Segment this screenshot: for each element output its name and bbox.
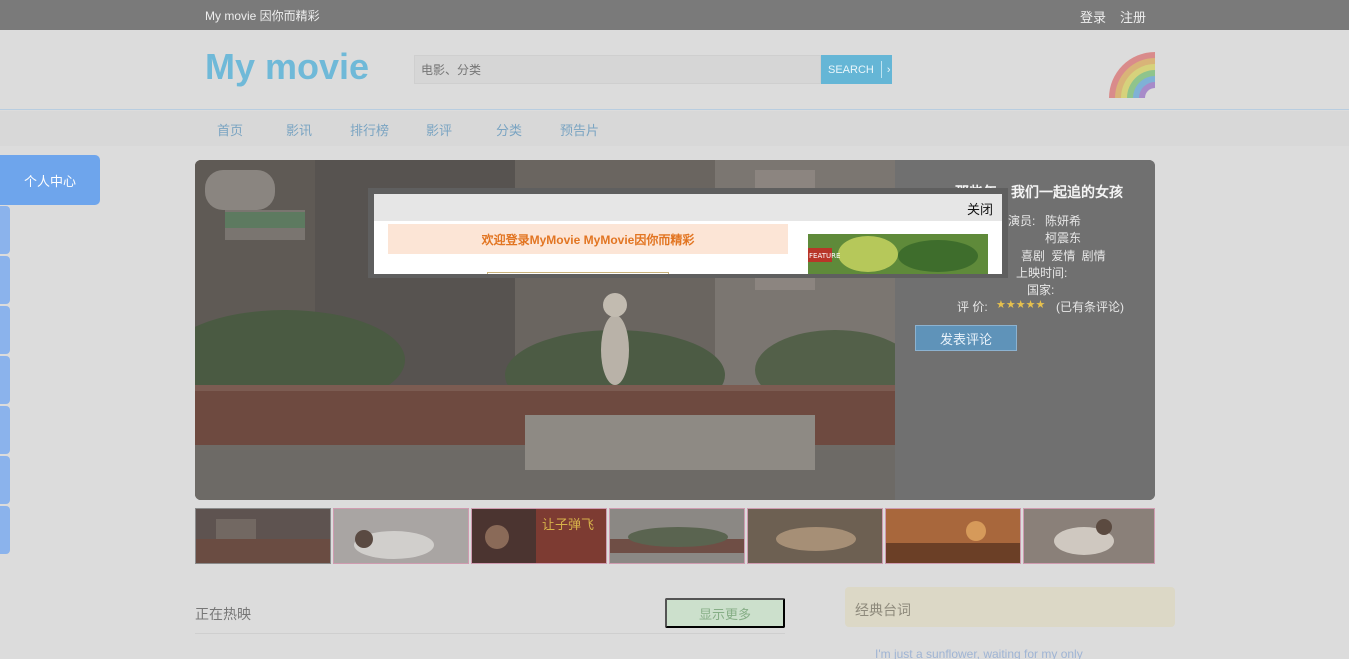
- top-bar: My movie 因你而精彩 登录 注册: [0, 0, 1349, 30]
- comment-count: (已有条评论): [1056, 300, 1124, 314]
- movie-genres: 喜剧 爱情 剧情: [1021, 249, 1106, 263]
- rating-stars-icon: ★★★★★: [996, 299, 1046, 311]
- register-link[interactable]: 注册: [1120, 7, 1146, 26]
- login-input[interactable]: [487, 272, 669, 274]
- modal-close-button[interactable]: 关闭: [967, 199, 993, 218]
- thumbnail[interactable]: [747, 508, 883, 564]
- modal-header: 关闭: [374, 194, 1002, 221]
- personal-center-button[interactable]: 个人中心: [0, 155, 100, 205]
- site-slogan: My movie 因你而精彩: [205, 9, 320, 23]
- welcome-message: 欢迎登录MyMovie MyMovie因你而精彩: [388, 224, 788, 254]
- login-link[interactable]: 登录: [1080, 7, 1106, 26]
- chevron-right-icon: ›: [886, 63, 891, 76]
- country-label: 国家:: [1027, 283, 1055, 297]
- show-more-button[interactable]: 显示更多: [665, 598, 785, 628]
- side-tab[interactable]: [0, 206, 10, 254]
- post-comment-button[interactable]: 发表评论: [915, 325, 1017, 351]
- nav-item-home[interactable]: 首页: [217, 120, 243, 139]
- side-tab[interactable]: [0, 406, 10, 454]
- thumbnail-strip: 让子弹飞: [195, 508, 1155, 564]
- header: My movie SEARCH ›: [0, 30, 1349, 110]
- thumbnail[interactable]: 让子弹飞: [471, 508, 607, 564]
- thumbnail[interactable]: [333, 508, 469, 564]
- classic-quotes-header: 经典台词: [845, 587, 1175, 627]
- actor-name: 陈妍希: [1045, 214, 1082, 228]
- thumbnail[interactable]: [609, 508, 745, 564]
- nav-item-ranking[interactable]: 排行榜: [350, 120, 389, 139]
- side-tab[interactable]: [0, 356, 10, 404]
- svg-text:让子弹飞: 让子弹飞: [542, 518, 594, 533]
- thumbnail[interactable]: [195, 508, 331, 564]
- site-logo[interactable]: My movie: [205, 46, 369, 88]
- side-tab[interactable]: [0, 506, 10, 554]
- search-button-label: SEARCH: [828, 63, 874, 76]
- section-divider: [195, 633, 785, 634]
- nav-item-reviews[interactable]: 影评: [426, 120, 452, 139]
- now-showing-title: 正在热映: [195, 606, 251, 622]
- login-modal: 关闭 欢迎登录MyMovie MyMovie因你而精彩 FEATURE: [368, 188, 1008, 278]
- thumbnail[interactable]: [885, 508, 1021, 564]
- search-button[interactable]: SEARCH ›: [821, 55, 892, 84]
- side-tab[interactable]: [0, 306, 10, 354]
- nav-item-trailers[interactable]: 预告片: [560, 120, 599, 139]
- classic-quotes-title: 经典台词: [855, 602, 911, 618]
- thumbnail[interactable]: [1023, 508, 1155, 564]
- rating-label: 评 价:: [957, 300, 988, 314]
- nav-item-category[interactable]: 分类: [496, 120, 522, 139]
- main-nav: 首页 影讯 排行榜 影评 分类 预告片: [0, 111, 1349, 146]
- modal-image: FEATURE: [808, 234, 988, 274]
- side-tab[interactable]: [0, 256, 10, 304]
- release-date-label: 上映时间:: [1016, 266, 1068, 280]
- actors-label: 演员:: [1008, 214, 1036, 228]
- search-input[interactable]: [414, 55, 821, 84]
- login-modal-body: 关闭 欢迎登录MyMovie MyMovie因你而精彩 FEATURE: [374, 194, 1002, 274]
- modal-image-caption: FEATURE: [809, 252, 840, 260]
- nav-item-news[interactable]: 影讯: [286, 120, 312, 139]
- quote-text[interactable]: I'm just a sunflower, waiting for my onl…: [875, 647, 1083, 659]
- rainbow-icon: [1107, 50, 1155, 98]
- actor-name: 柯震东: [1045, 231, 1082, 245]
- side-tab[interactable]: [0, 456, 10, 504]
